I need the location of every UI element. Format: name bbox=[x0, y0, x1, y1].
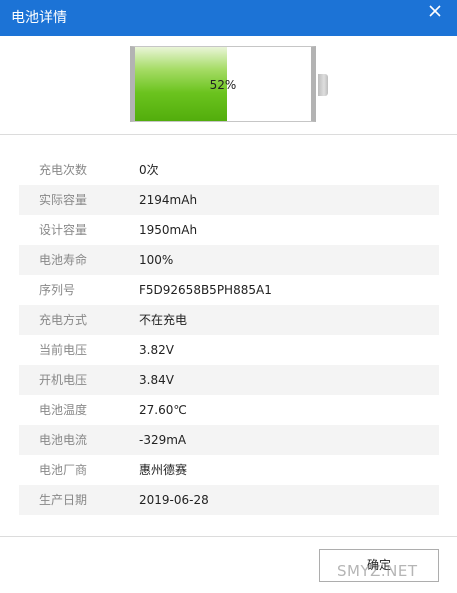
detail-row-serial-number: 序列号 F5D92658B5PH885A1 bbox=[19, 275, 439, 305]
detail-row-battery-health: 电池寿命 100% bbox=[19, 245, 439, 275]
detail-label: 序列号 bbox=[39, 283, 76, 297]
battery-icon: 52% bbox=[130, 46, 316, 122]
detail-value: F5D92658B5PH885A1 bbox=[139, 283, 272, 297]
battery-terminal bbox=[318, 74, 328, 96]
detail-value: 0次 bbox=[139, 163, 159, 177]
top-divider bbox=[0, 134, 457, 135]
detail-label: 电池厂商 bbox=[39, 463, 88, 477]
detail-row-production-date: 生产日期 2019-06-28 bbox=[19, 485, 439, 515]
watermark: SMYZ.NET bbox=[337, 562, 418, 580]
detail-label: 实际容量 bbox=[39, 193, 88, 207]
detail-value: 1950mAh bbox=[139, 223, 198, 237]
detail-label: 电池寿命 bbox=[39, 253, 88, 267]
title-bar[interactable]: 电池详情 bbox=[0, 0, 457, 36]
details-list: 充电次数 0次 实际容量 2194mAh 设计容量 1950mAh 电池寿命 1… bbox=[19, 155, 439, 515]
detail-value: -329mA bbox=[139, 433, 187, 447]
detail-value: 3.82V bbox=[139, 343, 174, 357]
battery-percent: 52% bbox=[209, 78, 237, 92]
detail-row-manufacturer: 电池厂商 惠州德赛 bbox=[19, 455, 439, 485]
detail-label: 当前电压 bbox=[39, 343, 88, 357]
bottom-divider bbox=[0, 536, 457, 537]
detail-row-design-capacity: 设计容量 1950mAh bbox=[19, 215, 439, 245]
detail-label: 电池电流 bbox=[39, 433, 88, 447]
detail-label: 充电次数 bbox=[39, 163, 88, 177]
detail-value: 2019-06-28 bbox=[139, 493, 209, 507]
detail-value: 3.84V bbox=[139, 373, 174, 387]
detail-value: 27.60℃ bbox=[139, 403, 187, 417]
detail-label: 电池温度 bbox=[39, 403, 88, 417]
detail-row-charge-count: 充电次数 0次 bbox=[19, 155, 439, 185]
detail-value: 惠州德赛 bbox=[139, 463, 188, 477]
detail-row-battery-temperature: 电池温度 27.60℃ bbox=[19, 395, 439, 425]
detail-row-actual-capacity: 实际容量 2194mAh bbox=[19, 185, 439, 215]
detail-label: 开机电压 bbox=[39, 373, 88, 387]
battery-details-dialog: 电池详情 52% 充电次数 0次 实际容量 2194mAh 设计容量 1950m… bbox=[0, 0, 457, 593]
close-button[interactable] bbox=[421, 0, 449, 22]
detail-value: 100% bbox=[139, 253, 174, 267]
window-title: 电池详情 bbox=[11, 10, 67, 26]
close-icon bbox=[429, 5, 441, 17]
detail-label: 设计容量 bbox=[39, 223, 88, 237]
detail-row-charging-mode: 充电方式 不在充电 bbox=[19, 305, 439, 335]
detail-value: 不在充电 bbox=[139, 313, 188, 327]
detail-value: 2194mAh bbox=[139, 193, 198, 207]
detail-row-battery-current: 电池电流 -329mA bbox=[19, 425, 439, 455]
detail-label: 充电方式 bbox=[39, 313, 88, 327]
detail-row-current-voltage: 当前电压 3.82V bbox=[19, 335, 439, 365]
detail-row-boot-voltage: 开机电压 3.84V bbox=[19, 365, 439, 395]
detail-label: 生产日期 bbox=[39, 493, 88, 507]
battery-graphic-area: 52% bbox=[0, 36, 457, 134]
